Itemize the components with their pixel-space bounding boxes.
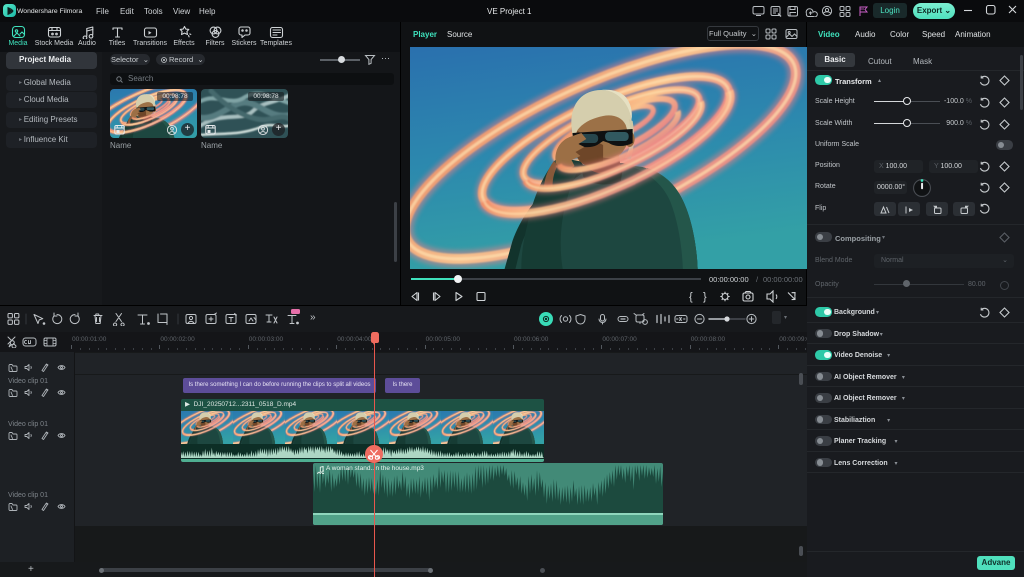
svg-text:{: {	[689, 291, 693, 303]
svg-text:}: }	[703, 291, 707, 303]
